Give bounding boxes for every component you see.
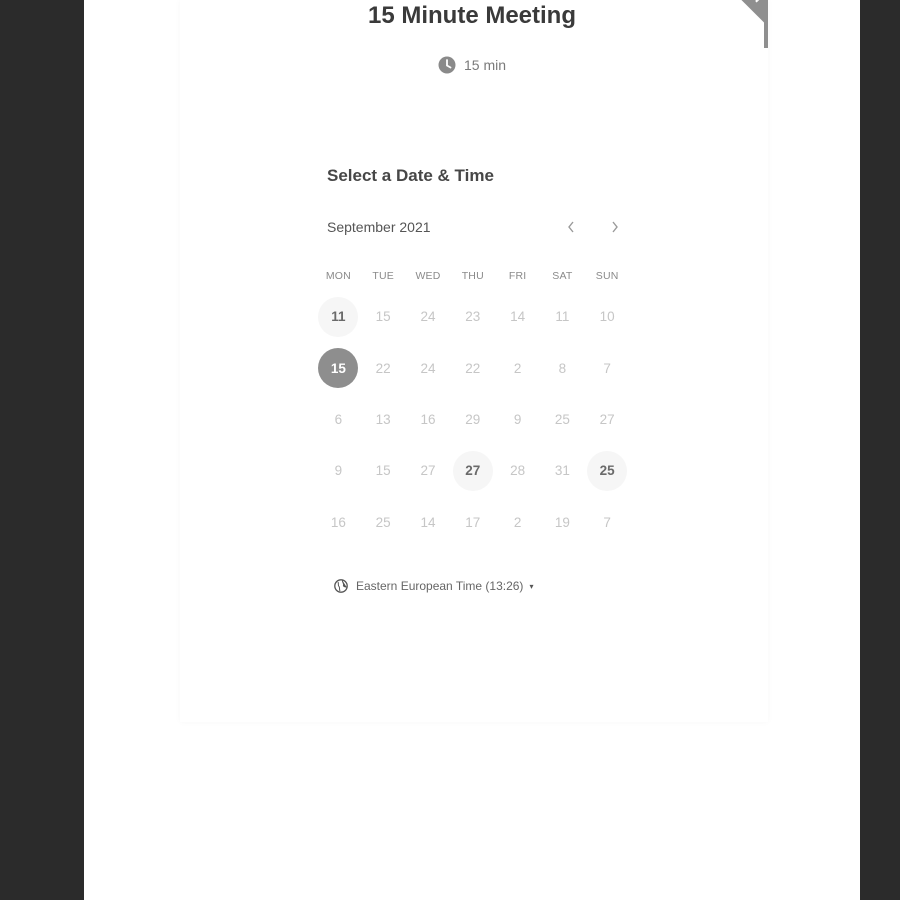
day-number: 16 bbox=[330, 514, 346, 530]
calendar-day: 16 bbox=[316, 497, 361, 548]
weekday-tue: TUE bbox=[372, 270, 394, 282]
day-number: 25 bbox=[554, 411, 570, 427]
day-number: 15 bbox=[375, 463, 391, 479]
calendar-day: 10 bbox=[585, 291, 630, 342]
calendar-day: 7 bbox=[585, 342, 630, 393]
day-number: 2 bbox=[513, 514, 522, 530]
month-label: September 2021 bbox=[327, 219, 431, 235]
weekday-header: MON TUE WED THU FRI SAT SUN bbox=[316, 270, 630, 282]
day-number: 7 bbox=[603, 514, 611, 530]
day-number: 31 bbox=[554, 463, 570, 479]
calendar-day[interactable]: 11 bbox=[316, 291, 361, 342]
day-number: 22 bbox=[465, 360, 481, 376]
day-number: 9 bbox=[334, 463, 343, 479]
calendar-day: 24 bbox=[406, 291, 451, 342]
calendar-day: 9 bbox=[316, 445, 361, 496]
calendar-day: 27 bbox=[406, 445, 451, 496]
calendar-day: 8 bbox=[540, 342, 585, 393]
weekday-thu: THU bbox=[461, 270, 484, 282]
calendar-day: 22 bbox=[450, 342, 495, 393]
day-number: 10 bbox=[599, 309, 615, 325]
caret-down-icon: ▾ bbox=[529, 581, 534, 591]
calendar-day: 7 bbox=[585, 497, 630, 548]
day-number: 27 bbox=[420, 463, 436, 479]
weekday-fri: FRI bbox=[508, 270, 527, 282]
day-number: 28 bbox=[510, 463, 526, 479]
weekday-wed: WED bbox=[415, 270, 441, 282]
calendar-day: 23 bbox=[450, 291, 495, 342]
section-title: Select a Date & Time bbox=[327, 166, 494, 185]
day-number: 23 bbox=[465, 309, 481, 325]
day-number: 25 bbox=[375, 514, 391, 530]
day-number: 2 bbox=[513, 360, 522, 376]
day-number: 11 bbox=[318, 296, 359, 337]
day-number: 14 bbox=[420, 514, 436, 530]
day-number: 13 bbox=[375, 411, 391, 427]
meeting-title: 15 Minute Meeting bbox=[367, 2, 577, 29]
calendar-day: 22 bbox=[361, 342, 406, 393]
day-number: 19 bbox=[554, 514, 570, 530]
month-navigation: September 2021 bbox=[327, 219, 625, 239]
calendar-day: 25 bbox=[540, 394, 585, 445]
calendar-day: 15 bbox=[361, 291, 406, 342]
calendar-day: 16 bbox=[406, 394, 451, 445]
chevron-right-icon bbox=[612, 221, 618, 233]
calendar-day: 2 bbox=[495, 497, 540, 548]
next-month-button[interactable] bbox=[603, 215, 627, 239]
day-number: 11 bbox=[555, 309, 570, 325]
calendar-day-selected[interactable]: 15 bbox=[316, 342, 361, 393]
chevron-left-icon bbox=[568, 221, 574, 233]
day-number: 8 bbox=[558, 360, 567, 376]
timezone-label: Eastern European Time (13:26) bbox=[356, 579, 524, 593]
calendar-day[interactable]: 27 bbox=[450, 445, 495, 496]
day-number: 14 bbox=[510, 309, 526, 325]
calendar-day: 6 bbox=[316, 394, 361, 445]
calendar-day: 9 bbox=[495, 394, 540, 445]
day-number: 7 bbox=[603, 360, 611, 376]
day-number: 6 bbox=[334, 411, 343, 427]
day-number: 25 bbox=[587, 450, 628, 491]
calendar-day: 15 bbox=[361, 445, 406, 496]
weekday-sun: SUN bbox=[595, 270, 619, 282]
prev-month-button[interactable] bbox=[559, 215, 583, 239]
day-number: 24 bbox=[420, 360, 436, 376]
calendar-day[interactable]: 25 bbox=[585, 445, 630, 496]
calendar-day: 17 bbox=[450, 497, 495, 548]
day-number: 15 bbox=[318, 348, 359, 389]
calendar-day: 11 bbox=[540, 291, 585, 342]
duration-label: 15 min bbox=[464, 57, 507, 73]
day-number: 27 bbox=[599, 411, 615, 427]
calendar-day: 14 bbox=[406, 497, 451, 548]
day-number: 22 bbox=[375, 360, 391, 376]
page: N 15 Minute Meeting 15 min Select a Date… bbox=[84, 0, 860, 900]
day-number: 27 bbox=[452, 450, 493, 491]
calendar-day: 25 bbox=[361, 497, 406, 548]
day-number: 15 bbox=[375, 309, 391, 325]
meeting-duration: 15 min bbox=[438, 56, 506, 74]
calendar-day: 2 bbox=[495, 342, 540, 393]
calendar-day: 24 bbox=[406, 342, 451, 393]
weekday-sat: SAT bbox=[552, 270, 573, 282]
timezone-selector[interactable]: Eastern European Time (13:26) ▾ bbox=[334, 579, 533, 593]
day-number: 9 bbox=[513, 411, 522, 427]
clock-icon bbox=[438, 56, 456, 74]
day-number: 29 bbox=[465, 411, 481, 427]
calendar-day: 29 bbox=[450, 394, 495, 445]
calendar-day: 13 bbox=[361, 394, 406, 445]
day-number: 16 bbox=[420, 411, 436, 427]
day-number: 24 bbox=[420, 309, 436, 325]
calendar-day: 14 bbox=[495, 291, 540, 342]
globe-icon bbox=[334, 579, 348, 593]
calendar-day: 28 bbox=[495, 445, 540, 496]
weekday-mon: MON bbox=[325, 270, 351, 282]
day-number: 17 bbox=[465, 514, 481, 530]
calendar-grid: 11 15 24 23 14 11 10 15 22 24 22 2 8 7 6 13 16 29 9 25 27 9 15… bbox=[316, 291, 630, 548]
calendar-day: 19 bbox=[540, 497, 585, 548]
calendar-day: 31 bbox=[540, 445, 585, 496]
calendar-day: 27 bbox=[585, 394, 630, 445]
